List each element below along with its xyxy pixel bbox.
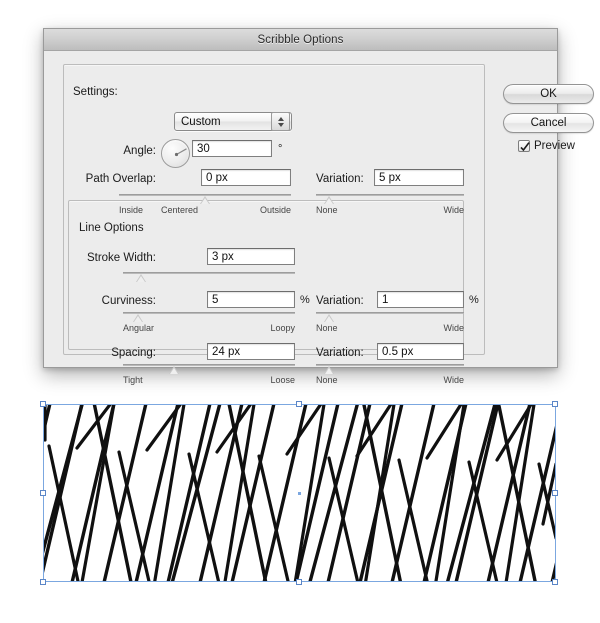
selection-handle-bottom-center[interactable] <box>296 579 302 585</box>
slider-thumb[interactable] <box>132 314 144 322</box>
spacing-variation-tick-left: None <box>316 375 338 385</box>
slider-thumb[interactable] <box>199 196 211 204</box>
settings-group-label: Settings: <box>68 86 123 98</box>
slider-thumb[interactable] <box>136 274 147 282</box>
scribble-preview-artwork[interactable] <box>40 401 558 585</box>
path-overlap-variation-label: Variation: <box>316 173 364 185</box>
stroke-width-input[interactable]: 3 px <box>207 248 295 265</box>
slider-track <box>123 272 295 274</box>
curviness-variation-tick-left: None <box>316 323 338 333</box>
stroke-width-label: Stroke Width: <box>86 252 156 264</box>
curviness-variation-input[interactable]: 1 <box>377 291 464 308</box>
path-overlap-tick-center: Centered <box>161 205 199 215</box>
angle-input[interactable]: 30 <box>192 140 272 157</box>
path-overlap-variation-input[interactable]: 5 px <box>374 169 464 186</box>
curviness-tick-right: Loopy <box>270 323 295 333</box>
app-canvas: Scribble Options Settings: Line Options … <box>0 0 600 623</box>
selection-handle-middle-right[interactable] <box>552 490 558 496</box>
angle-dial-icon[interactable] <box>161 139 190 168</box>
stroke-width-slider[interactable] <box>123 272 295 284</box>
slider-thumb[interactable] <box>323 314 335 322</box>
path-overlap-input[interactable]: 0 px <box>201 169 291 186</box>
slider-thumb[interactable] <box>169 366 180 374</box>
ok-button-label: OK <box>540 88 557 100</box>
slider-track <box>123 312 295 314</box>
curviness-tick-left: Angular <box>123 323 155 333</box>
settings-preset-select[interactable]: Custom <box>174 112 292 131</box>
selection-handle-bottom-left[interactable] <box>40 579 46 585</box>
path-overlap-tick-right: Outside <box>259 205 291 215</box>
spacing-input[interactable]: 24 px <box>207 343 295 360</box>
cancel-button-label: Cancel <box>530 117 567 129</box>
selection-handle-top-left[interactable] <box>40 401 46 407</box>
checkmark-icon <box>520 142 530 152</box>
spacing-variation-label: Variation: <box>316 347 364 359</box>
dialog-title: Scribble Options <box>257 33 344 46</box>
dialog-body: Settings: Line Options Custom Angle: 30 … <box>44 51 594 385</box>
path-overlap-tick-left: Inside <box>119 205 144 215</box>
dialog-titlebar[interactable]: Scribble Options <box>44 29 557 51</box>
path-overlap-label: Path Overlap: <box>85 173 156 185</box>
curviness-unit: % <box>300 294 310 306</box>
ok-button[interactable]: OK <box>503 84 594 104</box>
path-overlap-variation-tick-right: Wide <box>443 205 464 215</box>
settings-preset-value: Custom <box>181 115 221 128</box>
slider-track <box>123 364 295 366</box>
angle-unit: ° <box>278 143 283 155</box>
preview-checkbox-row[interactable]: Preview <box>518 140 575 152</box>
selection-handle-bottom-right[interactable] <box>552 579 558 585</box>
spacing-tick-right: Loose <box>270 375 295 385</box>
spacing-variation-tick-right: Wide <box>443 375 464 385</box>
slider-track <box>316 364 464 366</box>
stepper-up-down-icon[interactable] <box>271 112 290 131</box>
slider-track <box>316 194 464 196</box>
curviness-variation-unit: % <box>469 294 479 306</box>
selection-handle-middle-left[interactable] <box>40 490 46 496</box>
path-overlap-variation-tick-left: None <box>316 205 338 215</box>
angle-label: Angle: <box>123 145 156 157</box>
curviness-variation-label: Variation: <box>316 295 364 307</box>
preview-checkbox[interactable] <box>518 140 530 152</box>
scribble-options-dialog: Scribble Options Settings: Line Options … <box>43 28 594 385</box>
spacing-variation-input[interactable]: 0.5 px <box>377 343 464 360</box>
selection-handle-top-center[interactable] <box>296 401 302 407</box>
cancel-button[interactable]: Cancel <box>503 113 594 133</box>
curviness-input[interactable]: 5 <box>207 291 295 308</box>
slider-thumb[interactable] <box>323 366 335 374</box>
selection-handle-top-right[interactable] <box>552 401 558 407</box>
selection-center-point <box>298 492 301 495</box>
line-options-group-label: Line Options <box>74 222 149 234</box>
slider-thumb[interactable] <box>323 196 335 204</box>
slider-track <box>316 312 464 314</box>
preview-label: Preview <box>534 140 575 152</box>
spacing-label: Spacing: <box>111 347 156 359</box>
spacing-tick-left: Tight <box>123 375 143 385</box>
curviness-variation-tick-right: Wide <box>443 323 464 333</box>
curviness-label: Curviness: <box>101 295 156 307</box>
